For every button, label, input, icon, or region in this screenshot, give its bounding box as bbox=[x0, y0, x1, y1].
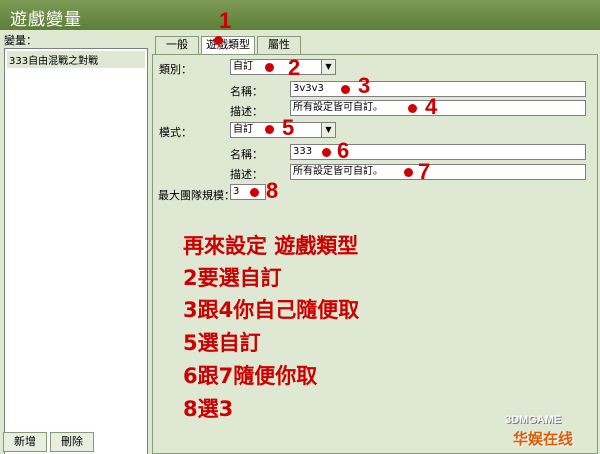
annotation-dot bbox=[214, 36, 223, 45]
annotation-number: 6 bbox=[337, 138, 350, 163]
watermark-text: 华娱在线 bbox=[513, 430, 574, 448]
category-desc-label: 描述： bbox=[230, 105, 263, 118]
annotation-number: 3 bbox=[358, 73, 371, 98]
annotation-number: 2 bbox=[288, 55, 301, 80]
delete-button[interactable]: 刪除 bbox=[50, 432, 94, 452]
mode-name-input[interactable]: 333 bbox=[290, 144, 586, 160]
annotation-note: 6跟7隨便你取 bbox=[183, 364, 318, 388]
annotation-note: 再來設定 遊戲類型 bbox=[183, 234, 359, 258]
mode-desc-input[interactable]: 所有設定皆可自訂。 bbox=[290, 164, 586, 180]
tab-general[interactable]: 一般 bbox=[155, 36, 199, 54]
category-select[interactable]: 自訂 ▼ bbox=[230, 59, 336, 75]
annotation-number: 1 bbox=[219, 8, 232, 33]
tab-game-type[interactable]: 遊戲類型 bbox=[201, 36, 255, 55]
team-size-input[interactable]: 3 bbox=[230, 184, 266, 200]
annotation-dot bbox=[404, 168, 413, 177]
category-label: 類別： bbox=[159, 63, 192, 76]
annotation-number: 7 bbox=[418, 159, 431, 184]
chevron-down-icon[interactable]: ▼ bbox=[321, 60, 335, 74]
variables-list[interactable]: 333自由混戰之對戰 bbox=[4, 48, 148, 454]
annotation-note: 2要選自訂 bbox=[183, 266, 282, 290]
mode-select-value: 自訂 bbox=[233, 124, 253, 135]
tab-properties[interactable]: 屬性 bbox=[257, 36, 301, 54]
annotation-dot bbox=[341, 85, 350, 94]
list-item[interactable]: 333自由混戰之對戰 bbox=[7, 51, 145, 68]
window-title: 遊戲變量 bbox=[0, 0, 600, 30]
annotation-number: 4 bbox=[425, 94, 438, 119]
mode-desc-label: 描述： bbox=[230, 168, 263, 181]
mode-label: 模式： bbox=[159, 126, 192, 139]
annotation-number: 5 bbox=[282, 115, 295, 140]
annotation-dot bbox=[322, 148, 331, 157]
new-button[interactable]: 新增 bbox=[3, 432, 47, 452]
chevron-down-icon[interactable]: ▼ bbox=[321, 123, 335, 137]
annotation-dot bbox=[250, 188, 259, 197]
team-size-label: 最大團隊規模： bbox=[158, 189, 235, 202]
category-desc-input[interactable]: 所有設定皆可自訂。 bbox=[290, 100, 586, 116]
annotation-note: 8選3 bbox=[183, 397, 234, 421]
annotation-dot bbox=[265, 125, 274, 134]
mode-name-label: 名稱： bbox=[230, 148, 263, 161]
annotation-note: 5選自訂 bbox=[183, 331, 261, 355]
category-select-value: 自訂 bbox=[233, 61, 253, 72]
annotation-dot bbox=[265, 63, 274, 72]
watermark-logo: 3DMGAME bbox=[505, 414, 562, 426]
annotation-number: 8 bbox=[266, 178, 279, 203]
annotation-note: 3跟4你自己隨便取 bbox=[183, 298, 360, 322]
annotation-dot bbox=[408, 104, 417, 113]
category-name-input[interactable]: 3v3v3 bbox=[290, 81, 586, 97]
category-name-label: 名稱： bbox=[230, 85, 263, 98]
variables-label: 變量： bbox=[4, 34, 37, 47]
